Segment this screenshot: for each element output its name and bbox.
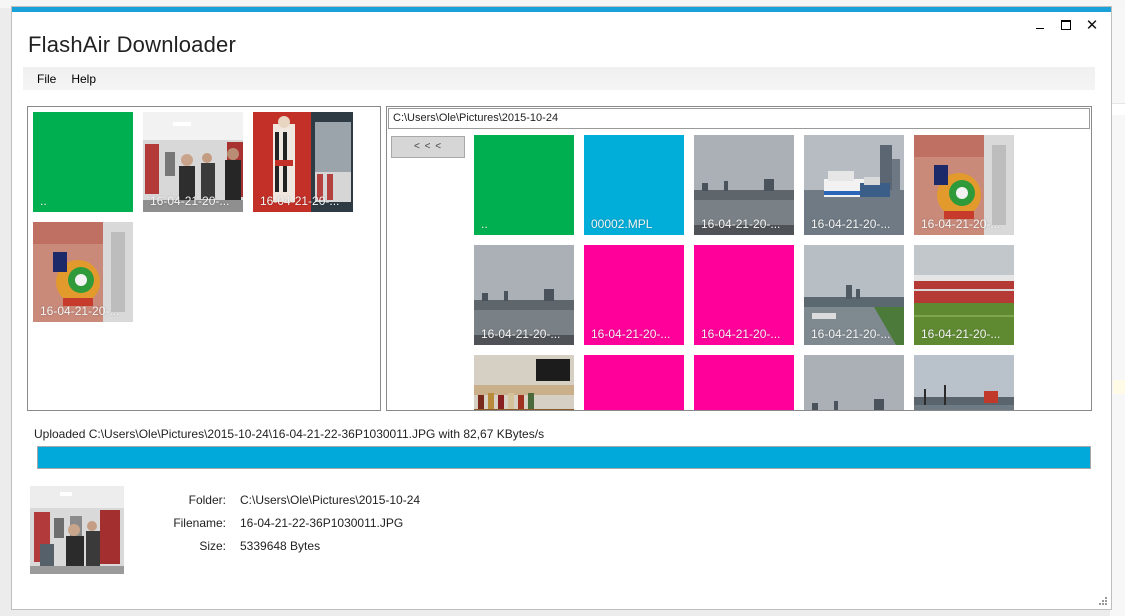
folder-row: Folder: C:\Users\Ole\Pictures\2015-10-24 (12, 493, 612, 511)
local-folder-panel[interactable]: C:\Users\Ole\Pictures\2015-10-24 < < < .… (386, 106, 1092, 411)
thumbnail-image (914, 355, 1014, 410)
file-tile[interactable]: 16-04-21-20-... (694, 245, 794, 345)
thumbnail-image (804, 355, 904, 410)
tile-caption: .. (481, 217, 488, 231)
close-icon[interactable]: ✕ (1079, 16, 1105, 34)
back-button[interactable]: < < < (391, 136, 465, 158)
tile-caption: 16-04-21-20-... (921, 217, 1001, 231)
file-tile[interactable]: 16-04-21-20-... (584, 245, 684, 345)
filename-row: Filename: 16-04-21-22-36P1030011.JPG (12, 516, 612, 534)
file-tile[interactable] (804, 355, 904, 410)
tile-caption: 16-04-21-20-... (701, 217, 781, 231)
folder-value: C:\Users\Ole\Pictures\2015-10-24 (240, 493, 421, 507)
app-window: ✕ FlashAir Downloader File Help .. 16-04-… (11, 6, 1112, 610)
background-highlight (1113, 380, 1125, 394)
tile-caption: 16-04-21-20-... (150, 194, 230, 208)
file-tile[interactable]: 16-04-21-20-... (253, 112, 353, 212)
tile-caption: 16-04-21-20-... (811, 217, 891, 231)
file-tile[interactable]: 00002.MPL (584, 135, 684, 235)
tile-caption: 16-04-21-20-... (701, 327, 781, 341)
tile-caption: 16-04-21-20-... (260, 194, 340, 208)
file-tile[interactable]: 16-04-21-20-... (914, 135, 1014, 235)
menu-help[interactable]: Help (65, 72, 105, 86)
tile-caption: 16-04-21-20-... (481, 327, 561, 341)
folder-label: Folder: (188, 493, 226, 507)
upload-progress-bar (37, 446, 1091, 469)
file-tile[interactable] (474, 355, 574, 410)
progress-fill (38, 447, 1090, 468)
file-tile[interactable]: 16-04-21-20-... (474, 245, 574, 345)
resize-grip-icon[interactable] (1098, 596, 1108, 606)
file-tile[interactable] (584, 355, 684, 410)
file-tile[interactable]: .. (33, 112, 133, 212)
folder-path-field[interactable]: C:\Users\Ole\Pictures\2015-10-24 (388, 108, 1090, 129)
file-tile[interactable] (694, 355, 794, 410)
tile-caption: .. (40, 194, 47, 208)
file-tile[interactable]: 16-04-21-20-... (804, 245, 904, 345)
tile-caption: 00002.MPL (591, 217, 653, 231)
file-tile[interactable]: 16-04-21-20-... (914, 245, 1014, 345)
file-tile[interactable]: 16-04-21-20-... (143, 112, 243, 212)
maximize-icon[interactable] (1053, 16, 1079, 34)
size-row: Size: 5339648 Bytes (12, 539, 612, 557)
file-tile[interactable] (914, 355, 1014, 410)
tile-caption: 16-04-21-20-... (811, 327, 891, 341)
file-tile[interactable]: .. (474, 135, 574, 235)
background-divider (1110, 103, 1125, 115)
minimize-icon[interactable] (1027, 16, 1053, 34)
file-tile[interactable]: 16-04-21-20-... (694, 135, 794, 235)
tile-caption: 16-04-21-20-... (921, 327, 1001, 341)
filename-value: 16-04-21-22-36P1030011.JPG (240, 516, 404, 530)
background-window-edge (1110, 8, 1125, 616)
menu-file[interactable]: File (23, 72, 65, 86)
card-files-panel[interactable]: .. 16-04-21-20-... 16-04-21-20-... 16-04-21… (27, 106, 381, 411)
thumbnail-image (474, 355, 574, 410)
filename-label: Filename: (173, 516, 226, 530)
title-accent-bar (12, 7, 1111, 12)
file-tile[interactable]: 16-04-21-20-... (33, 222, 133, 322)
menu-bar: File Help (23, 67, 1095, 90)
tile-caption: 16-04-21-20-... (40, 304, 120, 318)
size-value: 5339648 Bytes (240, 539, 321, 553)
tile-caption: 16-04-21-20-... (591, 327, 671, 341)
file-tile[interactable]: 16-04-21-20-... (804, 135, 904, 235)
size-label: Size: (199, 539, 226, 553)
status-message: Uploaded C:\Users\Ole\Pictures\2015-10-2… (34, 427, 545, 441)
window-controls: ✕ (1027, 16, 1105, 34)
app-title: FlashAir Downloader (28, 32, 236, 57)
